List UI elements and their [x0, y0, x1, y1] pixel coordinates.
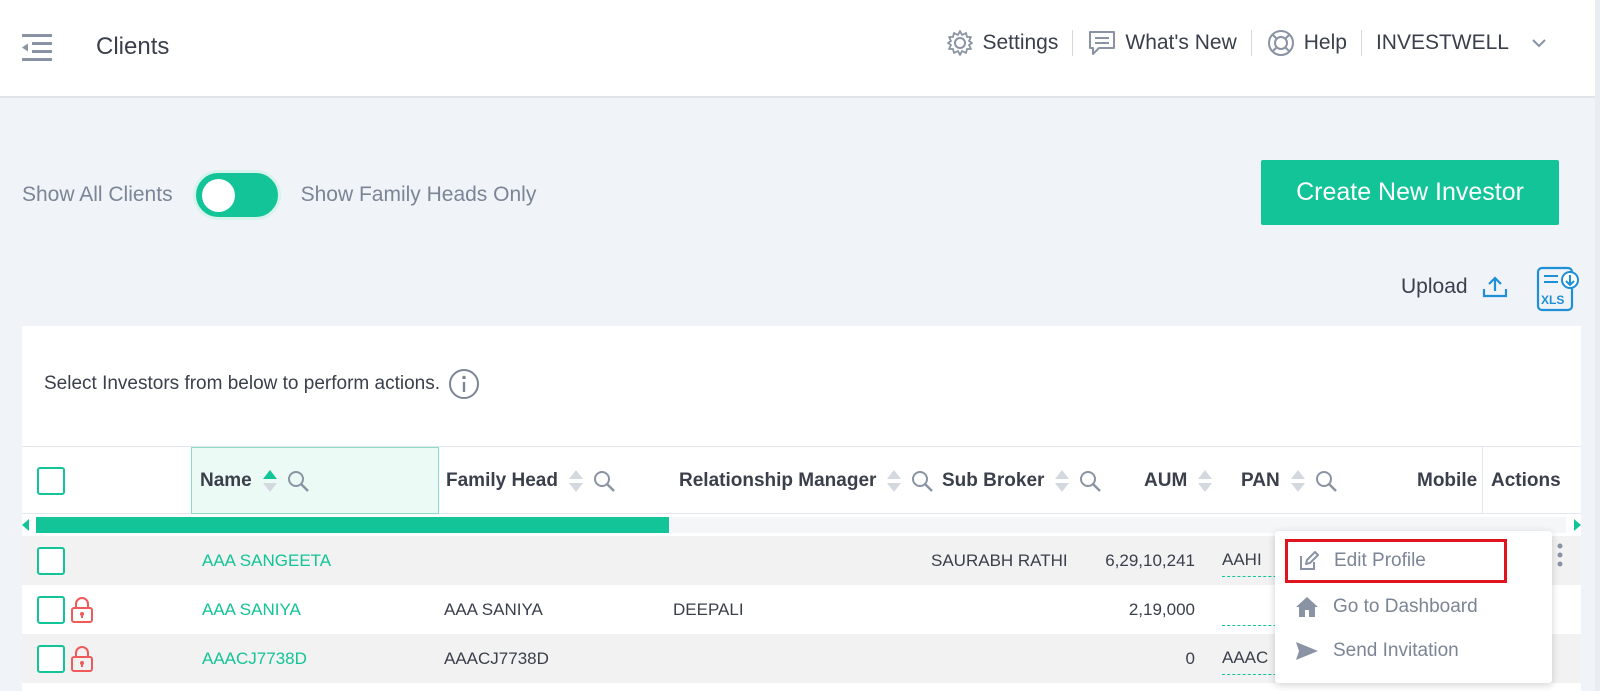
investor-name-link[interactable]: AAACJ7738D — [202, 634, 307, 683]
column-label-name: Name — [200, 469, 252, 491]
xls-download-icon[interactable]: XLS — [1536, 266, 1580, 312]
hint-text: Select Investors from below to perform a… — [44, 373, 440, 394]
help-label: Help — [1303, 31, 1347, 54]
column-header-actions: Actions — [1482, 447, 1581, 514]
column-label-sub-broker: Sub Broker — [942, 469, 1045, 491]
family-head-cell: AAA SANIYA — [444, 599, 543, 619]
table-header: Name Family Head Relationship Manager Su… — [22, 446, 1581, 514]
sort-icon[interactable] — [568, 468, 584, 494]
row-checkbox[interactable] — [37, 644, 65, 673]
send-invitation-item[interactable]: Send Invitation — [1285, 629, 1507, 673]
gear-icon — [947, 30, 974, 56]
help-link[interactable]: Help — [1266, 28, 1347, 58]
lifebuoy-icon — [1267, 30, 1294, 56]
sort-icon[interactable] — [1197, 468, 1213, 494]
more-options-icon[interactable] — [1555, 542, 1565, 570]
page-title: Clients — [96, 33, 170, 60]
column-header-mobile[interactable]: Mobile — [1417, 447, 1477, 514]
search-icon[interactable] — [1314, 469, 1338, 493]
search-icon[interactable] — [592, 469, 616, 493]
create-new-investor-button[interactable]: Create New Investor — [1261, 160, 1559, 225]
upload-button[interactable]: Upload — [1401, 275, 1508, 299]
lock-icon — [71, 596, 93, 623]
investor-name-link[interactable]: AAA SANGEETA — [202, 536, 331, 585]
rm-cell: DEEPALI — [673, 599, 744, 619]
select-all-cell — [37, 447, 77, 514]
row-select-cell — [37, 585, 94, 634]
family-heads-toggle[interactable] — [192, 170, 281, 220]
row-checkbox[interactable] — [37, 595, 65, 624]
column-label-actions: Actions — [1491, 469, 1561, 491]
search-icon[interactable] — [910, 469, 934, 493]
info-icon[interactable] — [448, 368, 480, 400]
edit-profile-label: Edit Profile — [1334, 550, 1426, 571]
search-icon[interactable] — [1078, 469, 1102, 493]
nav-divider — [1250, 30, 1252, 56]
xls-label: XLS — [1541, 293, 1564, 307]
upload-icon — [1482, 276, 1507, 298]
top-header: Clients Settings What's New Help INVESTW… — [0, 0, 1595, 98]
account-label: INVESTWELL — [1375, 31, 1509, 54]
aum-cell: 6,29,10,241 — [1105, 550, 1195, 570]
sub-broker-cell: SAURABH RATHI — [931, 550, 1068, 570]
message-icon — [1089, 31, 1116, 55]
row-actions-menu: Edit Profile Go to Dashboard Send Invita… — [1275, 531, 1552, 683]
client-filter-toggle-row: Show All Clients Show Family Heads Only — [22, 170, 536, 220]
sort-icon[interactable] — [1290, 468, 1306, 494]
show-family-heads-label: Show Family Heads Only — [300, 183, 537, 206]
select-all-checkbox[interactable] — [37, 466, 65, 495]
investor-name-link[interactable]: AAA SANIYA — [202, 585, 301, 634]
sort-icon[interactable] — [886, 468, 902, 494]
lock-icon — [71, 645, 93, 672]
row-select-cell — [37, 536, 65, 585]
go-to-dashboard-label: Go to Dashboard — [1333, 596, 1478, 617]
column-label-family-head: Family Head — [446, 469, 558, 491]
sort-ascending-icon[interactable] — [262, 468, 278, 494]
search-icon[interactable] — [286, 469, 310, 493]
family-head-cell: AAACJ7738D — [444, 648, 549, 668]
aum-cell: 0 — [1185, 648, 1195, 668]
scroll-left-arrow[interactable] — [22, 519, 29, 531]
go-to-dashboard-item[interactable]: Go to Dashboard — [1285, 585, 1507, 629]
column-label-aum: AUM — [1144, 469, 1188, 491]
settings-link[interactable]: Settings — [946, 29, 1058, 57]
column-header-sub-broker[interactable]: Sub Broker — [942, 447, 1102, 514]
column-header-aum[interactable]: AUM — [1144, 447, 1213, 514]
scroll-right-arrow[interactable] — [1574, 519, 1581, 531]
vertical-scrollbar[interactable] — [1595, 0, 1600, 691]
menu-collapse-icon[interactable] — [20, 32, 54, 66]
column-header-relationship-manager[interactable]: Relationship Manager — [679, 447, 934, 514]
edit-icon — [1300, 551, 1319, 570]
column-header-family-head[interactable]: Family Head — [446, 447, 616, 514]
column-label-mobile: Mobile — [1417, 469, 1478, 491]
selection-hint: Select Investors from below to perform a… — [44, 368, 480, 400]
row-checkbox[interactable] — [37, 546, 65, 575]
whats-new-link[interactable]: What's New — [1087, 29, 1237, 57]
nav-divider — [1360, 30, 1362, 56]
column-header-name[interactable]: Name — [191, 447, 439, 514]
whats-new-label: What's New — [1125, 31, 1237, 54]
top-nav: Settings What's New Help INVESTWELL — [946, 28, 1555, 58]
settings-label: Settings — [982, 31, 1059, 54]
scrollbar-thumb[interactable] — [36, 517, 669, 533]
home-icon — [1296, 597, 1318, 617]
column-header-pan[interactable]: PAN — [1241, 447, 1338, 514]
account-menu[interactable]: INVESTWELL — [1376, 31, 1555, 55]
column-label-pan: PAN — [1241, 469, 1280, 491]
aum-cell: 2,19,000 — [1128, 599, 1195, 619]
chevron-down-icon — [1532, 39, 1546, 48]
upload-label: Upload — [1401, 275, 1468, 298]
toggle-knob — [201, 179, 235, 212]
column-label-rm: Relationship Manager — [679, 469, 877, 491]
sort-icon[interactable] — [1054, 468, 1070, 494]
row-select-cell — [37, 634, 94, 683]
show-all-clients-label: Show All Clients — [22, 183, 173, 206]
send-invitation-label: Send Invitation — [1333, 640, 1459, 661]
edit-profile-item[interactable]: Edit Profile — [1285, 539, 1507, 583]
nav-divider — [1072, 30, 1074, 56]
send-icon — [1296, 642, 1318, 660]
